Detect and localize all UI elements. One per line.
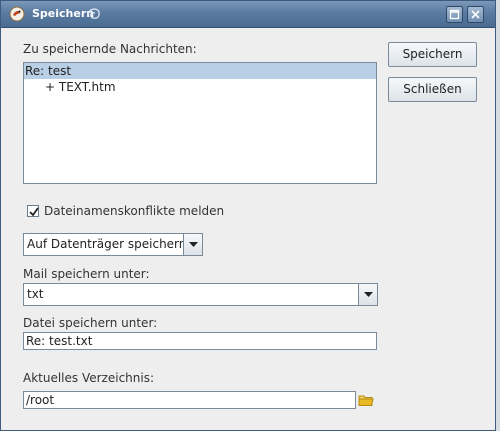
filename-field[interactable]: Re: test.txt (23, 332, 377, 350)
chevron-down-icon (189, 242, 198, 247)
filename-conflict-checkbox[interactable] (27, 205, 39, 217)
destination-dropdown-button[interactable] (183, 234, 202, 255)
folder-icon (358, 395, 374, 406)
messages-list[interactable]: Re: test + TEXT.htm (23, 62, 377, 184)
mail-format-select[interactable]: txt (23, 283, 378, 306)
mail-save-as-label: Mail speichern unter: (23, 267, 150, 281)
current-directory-label: Aktuelles Verzeichnis: (23, 371, 155, 385)
destination-value: Auf Datenträger speichern (27, 237, 187, 251)
close-button[interactable]: Schließen (388, 77, 477, 102)
destination-select[interactable]: Auf Datenträger speichern (23, 233, 203, 256)
mail-format-value: txt (27, 287, 44, 301)
maximize-button[interactable] (446, 6, 463, 23)
maximize-icon (449, 9, 460, 20)
browse-folder-button[interactable] (358, 393, 374, 407)
close-icon (471, 10, 480, 19)
file-save-as-label: Datei speichern unter: (23, 316, 158, 330)
title-swirl-icon (85, 6, 103, 22)
list-item[interactable]: + TEXT.htm (24, 79, 376, 95)
save-dialog: Speichern Zu speichernde Nachrichten: Re… (0, 0, 496, 431)
mail-format-dropdown-button[interactable] (358, 284, 377, 305)
checkmark-icon (29, 207, 39, 217)
messages-label: Zu speichernde Nachrichten: (23, 42, 197, 56)
title-bar[interactable]: Speichern (1, 1, 495, 28)
chevron-down-icon (364, 292, 373, 297)
directory-field[interactable]: /root (23, 391, 356, 409)
filename-conflict-label: Dateinamenskonflikte melden (44, 204, 225, 218)
save-button[interactable]: Speichern (388, 42, 477, 67)
list-item[interactable]: Re: test (24, 63, 376, 79)
close-window-button[interactable] (467, 6, 484, 23)
app-logo-icon (9, 6, 25, 22)
